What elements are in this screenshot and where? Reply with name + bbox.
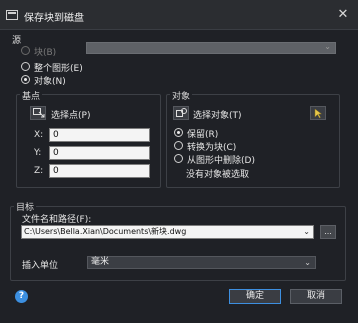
radio-objects-label: 对象(N) bbox=[34, 77, 66, 87]
objects-label: 对象 bbox=[170, 89, 193, 102]
select-objects-button[interactable] bbox=[173, 106, 189, 120]
title-bar: 保存块到磁盘 ✕ bbox=[0, 0, 358, 30]
z-coordinate-input[interactable]: 0 bbox=[49, 164, 150, 178]
x-coordinate-input[interactable]: 0 bbox=[49, 128, 150, 142]
base-point-label: 基点 bbox=[20, 89, 43, 102]
file-path-combo[interactable]: C:\Users\Bella.Xian\Documents\新块.dwg ⌄ bbox=[21, 225, 314, 239]
radio-entire-drawing[interactable] bbox=[21, 62, 30, 71]
radio-retain[interactable] bbox=[174, 128, 183, 137]
insert-units-label: 插入单位 bbox=[22, 261, 59, 271]
radio-convert-to-block[interactable] bbox=[174, 141, 183, 150]
chevron-down-icon: ⌄ bbox=[304, 258, 311, 267]
radio-block[interactable] bbox=[21, 46, 30, 55]
help-icon[interactable]: ? bbox=[15, 290, 28, 303]
chevron-down-icon: ⌄ bbox=[303, 227, 310, 236]
pick-point-icon bbox=[33, 108, 45, 118]
select-objects-label: 选择对象(T) bbox=[193, 111, 242, 121]
ok-button[interactable]: 确定 bbox=[229, 289, 281, 304]
source-section-label: 源 bbox=[12, 36, 22, 46]
radio-entire-drawing-label: 整个图形(E) bbox=[34, 64, 83, 74]
app-icon bbox=[6, 10, 18, 20]
selection-status: 没有对象被选取 bbox=[186, 170, 250, 180]
cancel-button[interactable]: 取消 bbox=[290, 289, 342, 304]
dialog-body: 源 块(B) ⌄ 整个图形(E) 对象(N) 基点 选择点(P) X: 0 Y:… bbox=[6, 30, 352, 320]
quick-select-button[interactable] bbox=[310, 106, 326, 120]
insert-units-value: 毫米 bbox=[91, 257, 110, 267]
pick-point-label: 选择点(P) bbox=[51, 111, 91, 121]
radio-objects[interactable] bbox=[21, 75, 30, 84]
browse-button[interactable]: ... bbox=[320, 225, 336, 239]
x-label: X: bbox=[34, 130, 44, 140]
pick-point-button[interactable] bbox=[30, 106, 46, 120]
radio-block-label: 块(B) bbox=[34, 48, 57, 58]
y-coordinate-input[interactable]: 0 bbox=[49, 146, 150, 160]
radio-convert-to-block-label: 转换为块(C) bbox=[187, 143, 237, 153]
file-path-value: C:\Users\Bella.Xian\Documents\新块.dwg bbox=[24, 227, 187, 236]
path-label: 文件名和路径(F): bbox=[22, 215, 92, 225]
radio-delete-from-drawing-label: 从图形中删除(D) bbox=[187, 156, 255, 166]
insert-units-combo[interactable]: 毫米 ⌄ bbox=[87, 256, 316, 269]
radio-delete-from-drawing[interactable] bbox=[174, 154, 183, 163]
window-title: 保存块到磁盘 bbox=[24, 13, 84, 24]
close-icon[interactable]: ✕ bbox=[334, 6, 352, 24]
radio-retain-label: 保留(R) bbox=[187, 130, 219, 140]
y-label: Y: bbox=[34, 148, 42, 158]
block-name-combo: ⌄ bbox=[86, 42, 336, 54]
chevron-down-icon: ⌄ bbox=[324, 42, 331, 51]
quick-select-icon bbox=[314, 108, 323, 119]
z-label: Z: bbox=[34, 166, 44, 176]
select-objects-icon bbox=[176, 108, 187, 117]
